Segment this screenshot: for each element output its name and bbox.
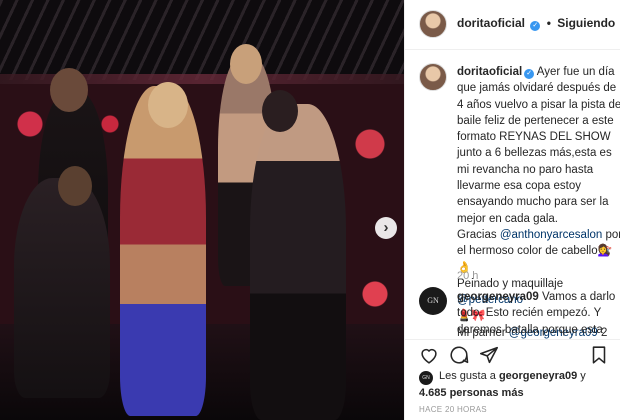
comments-list[interactable]: doritaoficial ✓ Ayer fue un día que jamás… [405,51,620,339]
commenter-avatar[interactable]: GN [419,287,447,315]
post-timestamp[interactable]: HACE 20 HORAS [419,405,487,414]
likes-suffix: y [577,370,586,382]
lead-dancer-figure [120,86,206,416]
dancer-head [58,166,92,206]
carousel-next-icon[interactable]: › [375,217,397,239]
dancer-figure [250,104,346,420]
comment-icon[interactable] [448,344,470,366]
verified-badge-icon: ✓ [524,69,535,79]
share-icon[interactable] [478,344,500,366]
liker-username[interactable]: georgeneyra09 [499,370,577,382]
lead-dancer-head [148,82,188,128]
caption-author-avatar[interactable] [419,63,447,91]
commenter-username[interactable]: georgeneyra09 [457,291,539,303]
likes-line-1: Les gusta a georgeneyra09 y [439,370,586,382]
post-sidebar: doritaoficial ✓ • Siguiendo doritaoficia… [404,0,620,420]
caption-body: Ayer fue un día que jamás olvidaré despu… [457,66,620,241]
dancer-figure [14,178,110,398]
likes-line-2: 4.685 personas más [419,387,524,399]
follow-button[interactable]: Siguiendo [557,16,615,30]
stage-truss [0,0,404,80]
dancer-head [50,68,88,112]
mention-link[interactable]: @anthonyarcesalon [500,229,602,241]
likes-prefix: Les gusta a [439,370,499,382]
verified-badge-icon: ✓ [530,21,541,31]
post-image[interactable]: › [0,0,404,420]
bookmark-icon[interactable] [588,344,610,366]
dancer-head [262,90,298,132]
action-bar [405,339,620,369]
caption-author[interactable]: doritaoficial [457,66,522,78]
likes-summary: GN Les gusta a georgeneyra09 y 4.685 per… [405,370,620,404]
liker-avatar[interactable]: GN [419,371,433,385]
caption-timestamp[interactable]: 20 h [457,270,478,282]
likes-count[interactable]: 4.685 personas más [419,387,524,399]
post-header: doritaoficial ✓ • Siguiendo [405,0,620,50]
author-avatar[interactable] [419,10,447,38]
separator-dot: • [546,16,551,30]
comment-text: georgeneyra09 Vamos a darlo todo. Esto r… [457,289,617,338]
author-line: doritaoficial ✓ • Siguiendo [457,16,615,31]
dancer-head [230,44,262,84]
author-username[interactable]: doritaoficial [457,16,525,30]
heart-icon[interactable] [418,344,440,366]
